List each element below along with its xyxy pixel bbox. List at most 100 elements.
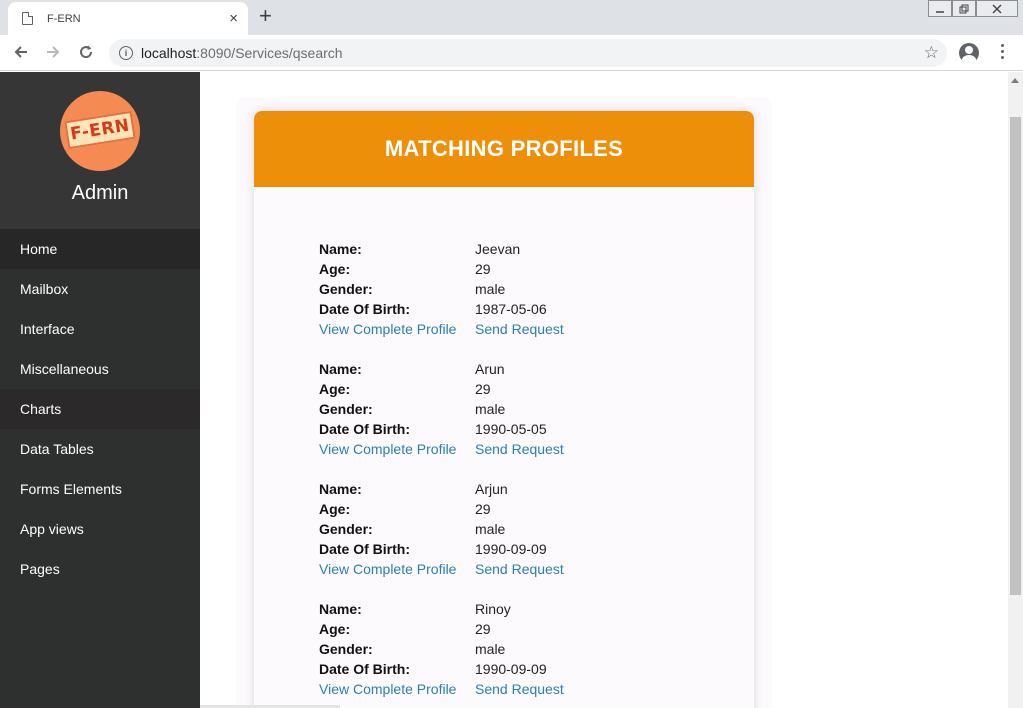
browser-toolbar: i localhost:8090/Services/qsearch ☆ <box>0 35 1023 71</box>
view-profile-link[interactable]: View Complete Profile <box>319 321 475 337</box>
age-label: Age: <box>319 501 351 517</box>
address-bar[interactable]: i localhost:8090/Services/qsearch ☆ <box>109 39 947 67</box>
profile-row: Gender: male <box>319 519 639 539</box>
sidebar-item-home[interactable]: Home <box>0 229 200 269</box>
profile-row: Date Of Birth: 1990-05-05 <box>319 419 639 439</box>
sidebar-item-data-tables[interactable]: Data Tables <box>0 429 200 469</box>
profile-dob: 1990-09-09 <box>475 541 547 557</box>
reload-button[interactable] <box>73 39 99 65</box>
browser-menu-icon[interactable] <box>995 42 1009 62</box>
sidebar-item-forms-elements[interactable]: Forms Elements <box>0 469 200 509</box>
profile-age: 29 <box>475 501 491 517</box>
forward-button[interactable] <box>40 39 66 65</box>
forward-arrow-icon <box>47 46 60 58</box>
browser-tab-strip: F-ERN × + <box>0 0 1023 35</box>
sidebar-item-interface[interactable]: Interface <box>0 309 200 349</box>
gender-label: Gender: <box>319 641 373 657</box>
profile-row: Age: 29 <box>319 499 639 519</box>
profile-actions: View Complete Profile Send Request <box>319 319 639 339</box>
url-path: :8090/Services/qsearch <box>196 45 343 61</box>
profile-item: Name: Jeevan Age: 29 Gender: male Date Of B… <box>319 239 639 339</box>
profile-row: Age: 29 <box>319 619 639 639</box>
gender-label: Gender: <box>319 521 373 537</box>
page-title: MATCHING PROFILES <box>254 111 754 187</box>
account-icon[interactable] <box>959 43 979 63</box>
name-label: Name: <box>319 361 362 377</box>
profile-name: Arjun <box>475 481 508 497</box>
profile-row: Name: Arun <box>319 359 639 379</box>
matching-profiles-card: MATCHING PROFILES Name: Jeevan Age: 29 Gen… <box>254 111 754 708</box>
profile-gender: male <box>475 641 506 657</box>
view-profile-link[interactable]: View Complete Profile <box>319 561 475 577</box>
bookmark-star-icon[interactable]: ☆ <box>924 43 939 63</box>
page-scrollbar[interactable] <box>1008 72 1023 708</box>
reload-icon <box>80 45 93 59</box>
profile-row: Name: Rinoy <box>319 599 639 619</box>
age-label: Age: <box>319 261 351 277</box>
profile-age: 29 <box>475 261 491 277</box>
sidebar-item-pages[interactable]: Pages <box>0 549 200 589</box>
profile-dob: 1990-05-05 <box>475 421 547 437</box>
profile-actions: View Complete Profile Send Request <box>319 679 639 699</box>
browser-tab[interactable]: F-ERN × <box>8 2 248 35</box>
dob-label: Date Of Birth: <box>319 421 410 437</box>
profile-age: 29 <box>475 381 491 397</box>
send-request-link[interactable]: Send Request <box>475 561 564 577</box>
profile-row: Name: Jeevan <box>319 239 639 259</box>
minimize-icon <box>936 10 944 13</box>
view-profile-link[interactable]: View Complete Profile <box>319 441 475 457</box>
profile-item: Name: Rinoy Age: 29 Gender: male Date Of Bi… <box>319 599 639 699</box>
scrollbar-thumb[interactable] <box>1010 117 1021 595</box>
view-profile-link[interactable]: View Complete Profile <box>319 681 475 697</box>
sidebar-item-app-views[interactable]: App views <box>0 509 200 549</box>
profile-row: Age: 29 <box>319 259 639 279</box>
info-icon[interactable]: i <box>119 46 133 60</box>
url-text[interactable]: localhost:8090/Services/qsearch <box>141 45 343 61</box>
profile-age: 29 <box>475 621 491 637</box>
age-label: Age: <box>319 621 351 637</box>
profile-gender: male <box>475 521 506 537</box>
scroll-up-arrow-icon[interactable] <box>1011 78 1019 83</box>
new-tab-button[interactable]: + <box>259 5 272 27</box>
restore-button[interactable] <box>952 0 976 17</box>
send-request-link[interactable]: Send Request <box>475 321 564 337</box>
logo-plate: F-ERN <box>64 110 136 150</box>
profile-actions: View Complete Profile Send Request <box>319 439 639 459</box>
dob-label: Date Of Birth: <box>319 661 410 677</box>
user-name: Admin <box>71 182 129 204</box>
name-label: Name: <box>319 241 362 257</box>
tab-close-icon[interactable]: × <box>229 11 238 26</box>
gender-label: Gender: <box>319 281 373 297</box>
send-request-link[interactable]: Send Request <box>475 681 564 697</box>
profile-actions: View Complete Profile Send Request <box>319 559 639 579</box>
profile-name: Arun <box>475 361 505 377</box>
send-request-link[interactable]: Send Request <box>475 441 564 457</box>
age-label: Age: <box>319 381 351 397</box>
profile-item: Name: Arun Age: 29 Gender: male Date Of Bir… <box>319 359 639 459</box>
profile-item: Name: Arjun Age: 29 Gender: male Date Of Bi… <box>319 479 639 579</box>
tab-title: F-ERN <box>47 12 81 25</box>
profile-row: Gender: male <box>319 639 639 659</box>
profile-row: Name: Arjun <box>319 479 639 499</box>
profile-row: Date Of Birth: 1987-05-06 <box>319 299 639 319</box>
gender-label: Gender: <box>319 401 373 417</box>
profile-row: Age: 29 <box>319 379 639 399</box>
profile-dob: 1990-09-09 <box>475 661 547 677</box>
profile-gender: male <box>475 281 506 297</box>
app-logo: F-ERN <box>60 91 140 171</box>
close-icon <box>992 4 1002 13</box>
sidebar-item-miscellaneous[interactable]: Miscellaneous <box>0 349 200 389</box>
back-button[interactable] <box>8 39 34 65</box>
sidebar-profile: F-ERN Admin <box>0 72 200 229</box>
sidebar-item-charts[interactable]: Charts <box>0 389 200 429</box>
page-icon <box>22 12 33 25</box>
profile-row: Date Of Birth: 1990-09-09 <box>319 539 639 559</box>
profile-dob: 1987-05-06 <box>475 301 547 317</box>
dob-label: Date Of Birth: <box>319 541 410 557</box>
close-window-button[interactable] <box>976 0 1018 17</box>
minimize-button[interactable] <box>928 0 952 17</box>
name-label: Name: <box>319 481 362 497</box>
sidebar: F-ERN Admin Home Mailbox Interface Misce… <box>0 72 200 708</box>
profile-row: Date Of Birth: 1990-09-09 <box>319 659 639 679</box>
sidebar-item-mailbox[interactable]: Mailbox <box>0 269 200 309</box>
